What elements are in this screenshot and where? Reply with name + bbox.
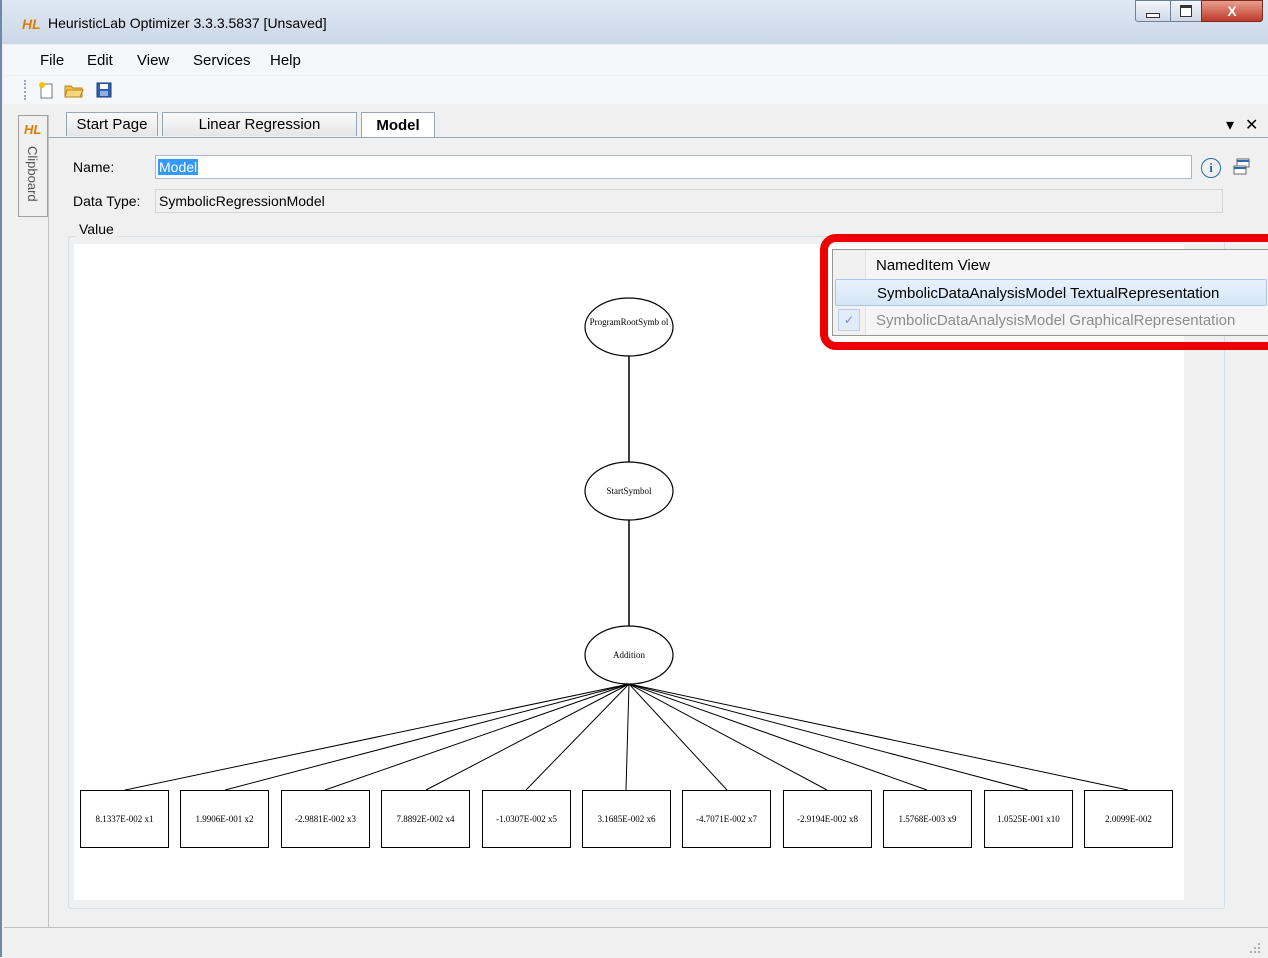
node-start-label: StartSymbol xyxy=(606,486,652,496)
leaf-node[interactable]: 1.9906E-001 x2 xyxy=(180,790,269,848)
leaf-node[interactable]: -2.9194E-002 x8 xyxy=(783,790,872,848)
edges-addition-leaves xyxy=(124,683,1129,791)
leaf-node[interactable]: -2.9881E-002 x3 xyxy=(281,790,370,848)
app-window: HL HeuristicLab Optimizer 3.3.3.5837 [Un… xyxy=(0,0,1268,958)
status-bar xyxy=(4,927,1268,958)
leaf-node[interactable]: -4.7071E-002 x7 xyxy=(682,790,771,848)
leaf-node[interactable]: 3.1685E-002 x6 xyxy=(582,790,671,848)
leaf-node[interactable]: -1.0307E-002 x5 xyxy=(482,790,571,848)
node-root xyxy=(584,297,674,357)
highlight-annotation xyxy=(820,234,1268,350)
leaf-node[interactable]: 2.0099E-002 xyxy=(1084,790,1173,848)
node-addition-label: Addition xyxy=(612,650,645,660)
leaf-node[interactable]: 1.0525E-001 x10 xyxy=(984,790,1073,848)
node-root-label: ProgramRootSymb ol xyxy=(589,317,669,327)
resize-grip-icon[interactable] xyxy=(1248,941,1262,955)
leaf-node[interactable]: 8.1337E-002 x1 xyxy=(80,790,169,848)
leaf-node[interactable]: 1.5768E-003 x9 xyxy=(883,790,972,848)
leaf-node[interactable]: 7.8892E-002 x4 xyxy=(381,790,470,848)
